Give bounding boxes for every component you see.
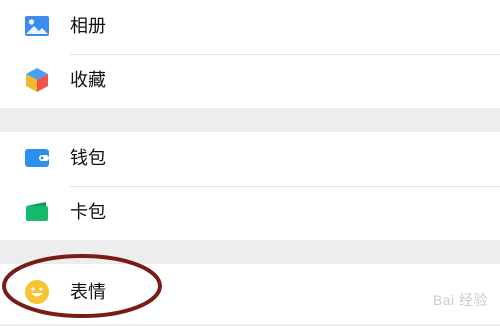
watermark-text: Bai 经验 [432,292,488,308]
wallet-icon [24,145,50,171]
section-gap [0,240,500,264]
favorites-cube-icon [24,67,50,93]
menu-item-label: 钱包 [70,148,106,169]
section-gap [0,108,500,132]
menu-item-emoji[interactable]: 表情 [0,266,500,320]
menu-item-label: 收藏 [70,70,106,91]
menu-item-label: 相册 [70,16,106,37]
smiley-emoji-icon [24,279,50,305]
menu-group-payment: 钱包 卡包 [0,132,500,240]
menu-item-album[interactable]: 相册 [0,0,500,54]
card-pack-icon [24,199,50,225]
menu-item-label: 表情 [70,282,106,303]
menu-item-favorites[interactable]: 收藏 [0,54,500,108]
watermark: Bai 经验 [433,290,488,310]
menu-group-media: 相册 收藏 [0,0,500,108]
menu-group-emoji: 表情 [0,264,500,324]
menu-item-wallet[interactable]: 钱包 [0,132,500,186]
photo-album-icon [24,13,50,39]
menu-item-label: 卡包 [70,202,106,223]
menu-item-card-pack[interactable]: 卡包 [0,186,500,240]
